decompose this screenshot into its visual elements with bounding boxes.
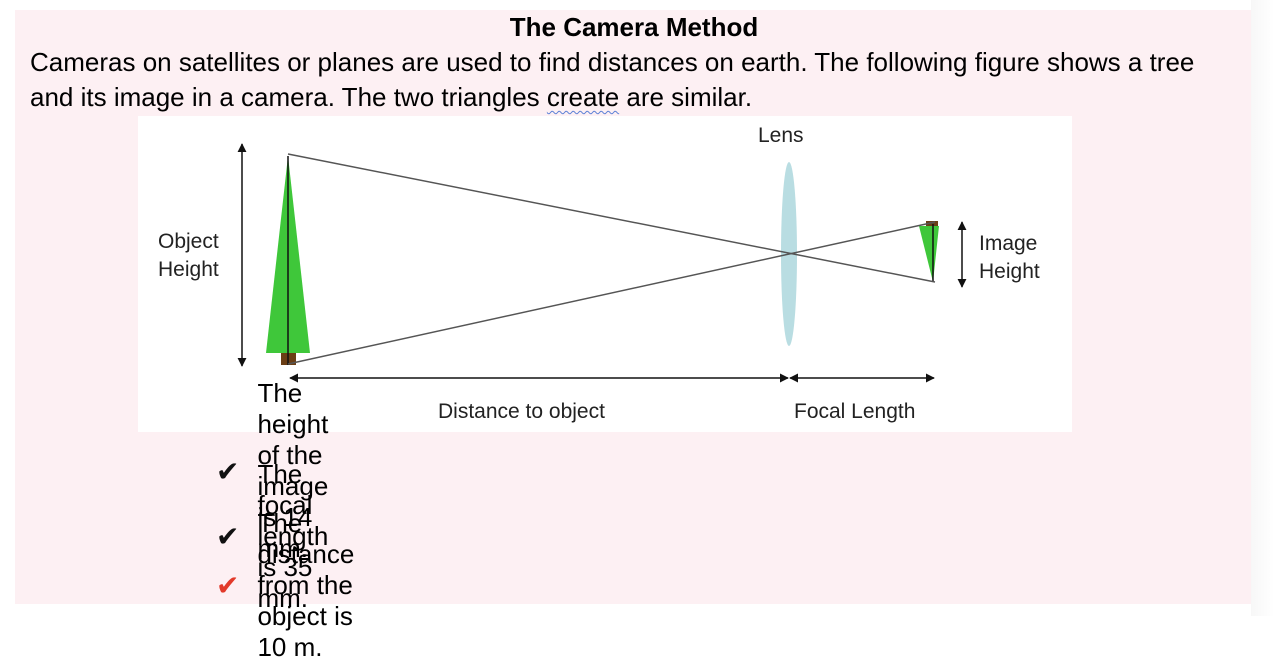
tree-image	[919, 226, 939, 282]
grammar-flagged-word[interactable]: create	[547, 82, 619, 112]
fact-item-distance: ✔ The distance from the object is 10 m.	[216, 508, 363, 662]
image-height-label-line1: Image	[979, 232, 1038, 255]
fact-text: The distance from the object is 10 m.	[257, 507, 355, 662]
window-edge-shade	[1251, 0, 1274, 616]
lens-label: Lens	[758, 124, 804, 147]
object-height-label: Object Height	[158, 228, 219, 284]
object-height-label-line2: Height	[158, 258, 219, 281]
focal-length-label: Focal Length	[794, 400, 916, 423]
distance-label: Distance to object	[438, 400, 605, 423]
image-height-label-line2: Height	[979, 260, 1040, 283]
image-height-label: Image Height	[979, 230, 1040, 286]
ray-bottom-to-top	[287, 221, 936, 365]
page-title: The Camera Method	[509, 12, 759, 42]
intro-text-part2: are similar.	[619, 82, 753, 112]
intro-paragraph: Cameras on satellites or planes are used…	[30, 45, 1230, 115]
ray-top-to-bottom	[287, 153, 936, 283]
check-icon: ✔	[216, 568, 240, 602]
object-height-label-line1: Object	[158, 230, 219, 253]
check-icon: ✔	[216, 454, 240, 488]
check-icon: ✔	[216, 519, 240, 553]
